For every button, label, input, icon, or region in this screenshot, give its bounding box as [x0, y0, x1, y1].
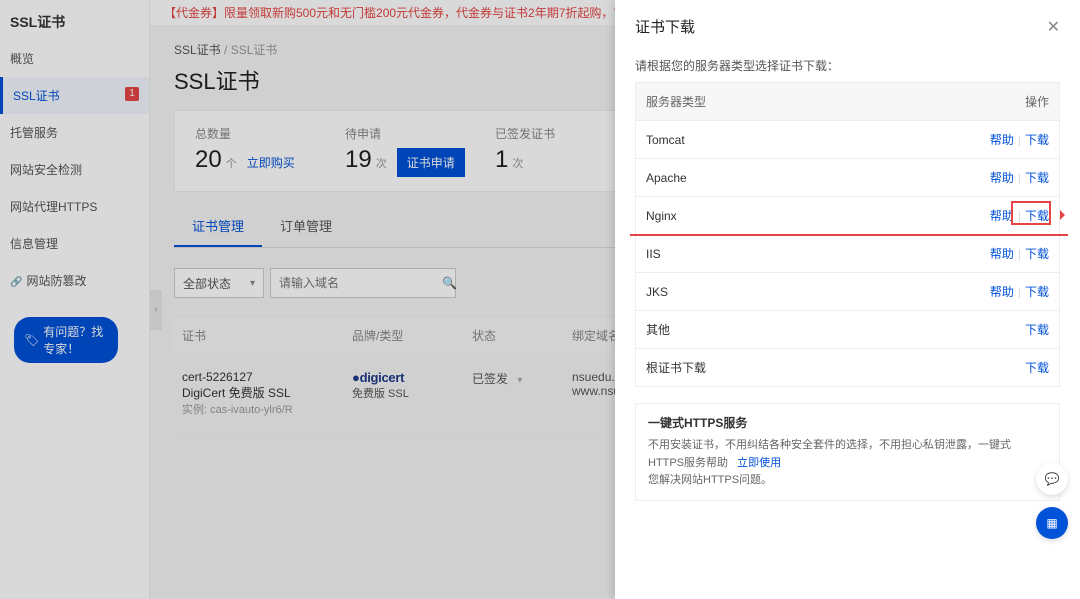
col-server-type: 服务器类型 — [636, 83, 979, 120]
server-type: JKS — [636, 275, 979, 309]
help-link[interactable]: 帮助 — [990, 133, 1014, 147]
dl-row-iis: IIS 帮助|下载 — [636, 234, 1059, 272]
promo-text: 不用安装证书，不用纠结各种安全套件的选择，不用担心私钥泄露，一键式HTTPS服务… — [648, 437, 1047, 490]
dl-row-nginx: Nginx 帮助|下载 — [636, 196, 1059, 234]
download-link[interactable]: 下载 — [1025, 323, 1049, 337]
server-type: IIS — [636, 237, 979, 271]
server-type: Tomcat — [636, 123, 979, 157]
floating-actions: 💬 ▦ — [1036, 463, 1068, 539]
dl-row-other: 其他 下载 — [636, 310, 1059, 348]
use-now-link[interactable]: 立即使用 — [737, 457, 781, 469]
download-table: 服务器类型 操作 Tomcat 帮助|下载 Apache 帮助|下载 Nginx… — [635, 82, 1060, 387]
promo-title: 一键式HTTPS服务 — [648, 414, 1047, 431]
dl-row-root: 根证书下载 下载 — [636, 348, 1059, 386]
help-link[interactable]: 帮助 — [990, 171, 1014, 185]
drawer-hint: 请根据您的服务器类型选择证书下载： — [635, 57, 1060, 74]
server-type: Apache — [636, 161, 979, 195]
dl-row-apache: Apache 帮助|下载 — [636, 158, 1059, 196]
help-link[interactable]: 帮助 — [990, 285, 1014, 299]
close-icon[interactable]: ✕ — [1047, 17, 1060, 37]
download-link[interactable]: 下载 — [1025, 285, 1049, 299]
drawer-title: 证书下载 — [635, 16, 695, 37]
highlight-arrow — [630, 214, 1068, 236]
download-drawer: 证书下载 ✕ 请根据您的服务器类型选择证书下载： 服务器类型 操作 Tomcat… — [615, 0, 1080, 599]
download-link[interactable]: 下载 — [1025, 247, 1049, 261]
server-type: 其他 — [636, 311, 979, 348]
download-link[interactable]: 下载 — [1025, 361, 1049, 375]
download-link[interactable]: 下载 — [1025, 171, 1049, 185]
apps-fab[interactable]: ▦ — [1036, 507, 1068, 539]
download-link[interactable]: 下载 — [1025, 133, 1049, 147]
https-promo: 一键式HTTPS服务 不用安装证书，不用纠结各种安全套件的选择，不用担心私钥泄露… — [635, 403, 1060, 501]
server-type: 根证书下载 — [636, 349, 979, 386]
dl-row-tomcat: Tomcat 帮助|下载 — [636, 120, 1059, 158]
chat-fab[interactable]: 💬 — [1036, 463, 1068, 495]
help-link[interactable]: 帮助 — [990, 247, 1014, 261]
dl-row-jks: JKS 帮助|下载 — [636, 272, 1059, 310]
download-table-header: 服务器类型 操作 — [636, 83, 1059, 120]
chat-icon: 💬 — [1045, 472, 1060, 486]
grid-icon: ▦ — [1046, 516, 1057, 530]
col-action: 操作 — [979, 83, 1059, 120]
